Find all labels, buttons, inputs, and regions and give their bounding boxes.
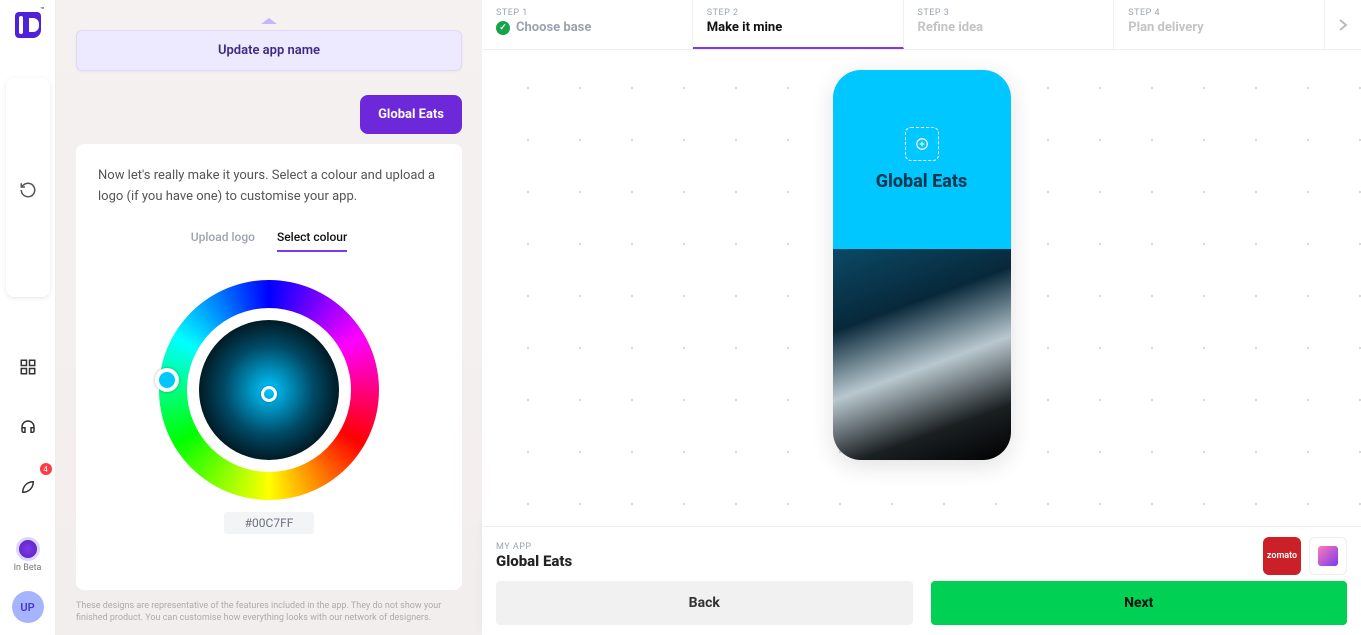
user-reply-chip: Global Eats [360, 95, 462, 134]
step-4-tab[interactable]: STEP 4 Plan delivery [1114, 0, 1325, 49]
step-num: STEP 3 [918, 8, 1100, 18]
check-icon: ✓ [496, 21, 510, 35]
dashboard-button[interactable] [8, 347, 48, 387]
colour-wheel[interactable] [159, 280, 379, 500]
preview-pane: STEP 1 ✓Choose base STEP 2 Make it mine … [482, 0, 1361, 635]
myapp-block: MY APP Global Eats [496, 542, 572, 570]
back-button[interactable]: Back [496, 581, 913, 625]
avatar-initials: UP [20, 601, 34, 614]
footer-buttons: Back Next [496, 581, 1347, 625]
hue-cursor[interactable] [155, 368, 179, 392]
myapp-label: MY APP [496, 542, 572, 552]
trademark: ™ [40, 6, 44, 14]
card-intro-text: Now let's really make it yours. Select a… [98, 166, 440, 208]
tab-upload-logo[interactable]: Upload logo [191, 230, 255, 252]
tab-select-colour[interactable]: Select colour [277, 230, 347, 252]
step-title: Make it mine [707, 20, 783, 35]
steps-next-arrow[interactable] [1325, 0, 1361, 49]
phone-preview: Global Eats [833, 70, 1011, 460]
nav-rail-bottom: 4 In Beta UP [8, 467, 48, 623]
beta-label: In Beta [14, 563, 42, 573]
splash-image [833, 249, 1011, 460]
myapp-name: Global Eats [496, 552, 572, 570]
rocket-icon [19, 478, 37, 496]
launch-button[interactable]: 4 [8, 467, 48, 507]
footer-head: MY APP Global Eats zomato [496, 537, 1347, 575]
next-button[interactable]: Next [931, 581, 1348, 625]
design-disclaimer: These designs are representative of the … [76, 600, 462, 625]
beta-indicator[interactable]: In Beta [14, 537, 42, 573]
headset-icon [19, 418, 37, 436]
step-bar: STEP 1 ✓Choose base STEP 2 Make it mine … [482, 0, 1361, 50]
grid-icon [19, 358, 37, 376]
step-title: Plan delivery [1128, 20, 1203, 35]
step-2-tab[interactable]: STEP 2 Make it mine [693, 0, 904, 49]
step-num: STEP 4 [1128, 8, 1310, 18]
beta-dot-icon [16, 537, 40, 561]
plus-circle-icon [915, 137, 929, 151]
step-num: STEP 2 [707, 8, 889, 18]
collapse-chevron-icon[interactable] [261, 18, 277, 24]
undo-icon [19, 181, 37, 199]
phone-app-name: Global Eats [876, 171, 967, 192]
logo-upload-slot[interactable] [905, 127, 939, 161]
nav-rail: ™ 4 In Beta UP [0, 0, 56, 635]
step-3-tab[interactable]: STEP 3 Refine idea [904, 0, 1115, 49]
support-button[interactable] [8, 407, 48, 447]
brand-chips: zomato [1263, 537, 1347, 575]
update-app-name-button[interactable]: Update app name [76, 30, 462, 71]
hex-value[interactable]: #00C7FF [224, 512, 314, 534]
customize-tabs: Upload logo Select colour [98, 230, 440, 252]
brand-chip-builder[interactable] [1309, 537, 1347, 575]
step-num: STEP 1 [496, 8, 678, 18]
splash-top: Global Eats [833, 70, 1011, 249]
footer-bar: MY APP Global Eats zomato Back Next [482, 526, 1361, 635]
preview-canvas[interactable]: Global Eats [482, 50, 1361, 526]
step-title: Refine idea [918, 20, 984, 35]
builder-logo[interactable] [15, 12, 41, 38]
step-title: Choose base [516, 20, 591, 35]
builder-mini-logo [1318, 546, 1338, 566]
notification-badge: 4 [40, 463, 52, 475]
chevron-right-icon [1338, 18, 1348, 32]
step-1-tab[interactable]: STEP 1 ✓ Choose base [482, 0, 693, 49]
config-panel: Update app name Global Eats Now let's re… [56, 0, 482, 635]
customize-card: Now let's really make it yours. Select a… [76, 144, 462, 590]
brand-chip-zomato[interactable]: zomato [1263, 537, 1301, 575]
saturation-cursor[interactable] [261, 386, 277, 402]
user-avatar[interactable]: UP [12, 591, 44, 623]
app-root: ™ 4 In Beta UP Update app nam [0, 0, 1361, 635]
undo-button[interactable] [6, 78, 50, 297]
